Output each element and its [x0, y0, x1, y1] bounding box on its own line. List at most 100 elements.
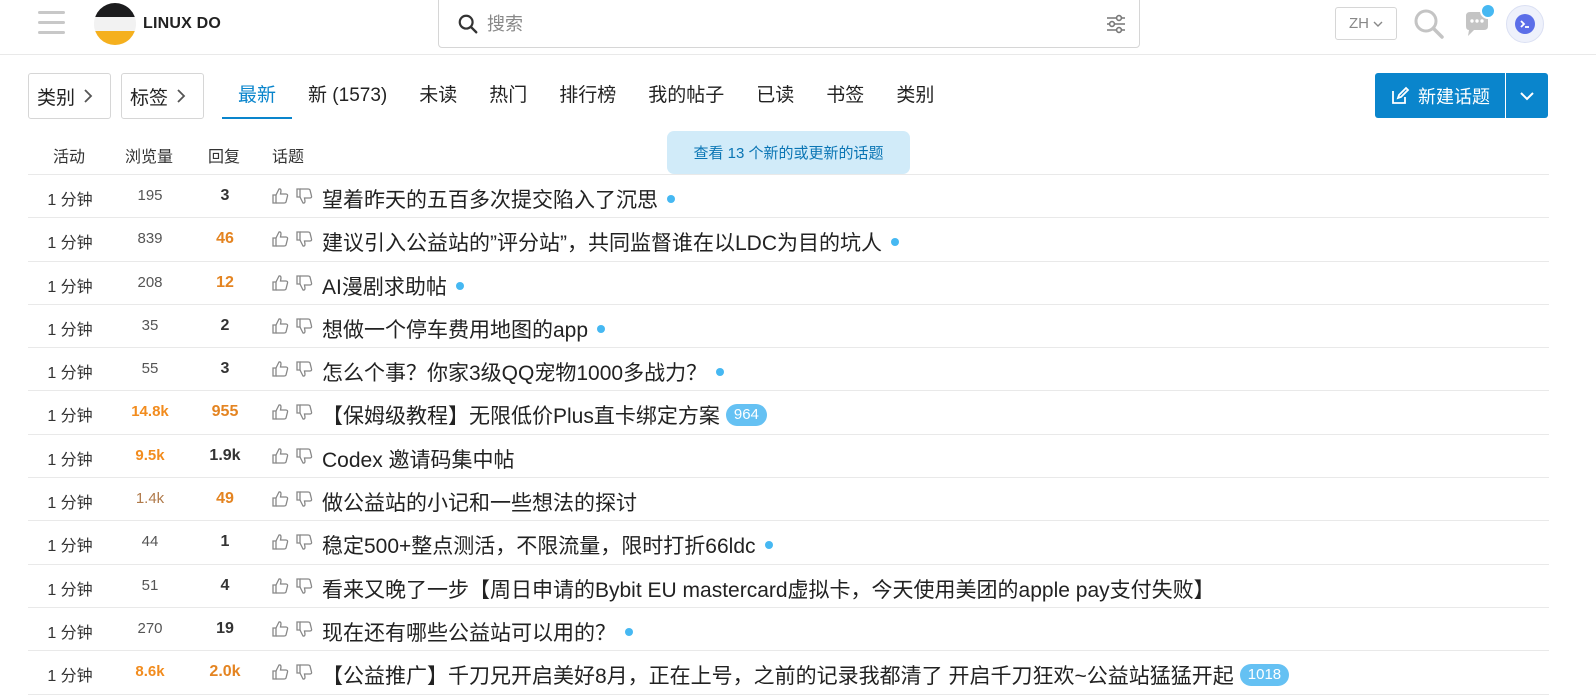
- unread-count-badge[interactable]: 1018: [1239, 664, 1290, 687]
- topic-row[interactable]: 1 分钟 44 1 稳定500+整点测活，不限流量，限时打折66ldc: [28, 521, 1549, 565]
- tab-hot[interactable]: 热门: [473, 73, 543, 119]
- thumbs-up-icon[interactable]: [271, 489, 291, 509]
- topic-row[interactable]: 1 分钟 51 4 看来又晚了一步【周日申请的Bybit EU mastercard…: [28, 565, 1549, 608]
- topic-activity[interactable]: 1 分钟: [28, 532, 112, 556]
- topic-title-link[interactable]: 【保姆级教程】无限低价Plus直卡绑定方案: [322, 400, 720, 430]
- site-logo[interactable]: [94, 3, 136, 45]
- unread-dot[interactable]: [597, 324, 606, 333]
- topic-title-link[interactable]: AI漫剧求助帖: [322, 271, 447, 301]
- thumbs-up-icon[interactable]: [271, 229, 291, 249]
- topic-row[interactable]: 1 分钟 839 46 建议引入公益站的”评分站”，共同监督谁在以LDC为目的坑人: [28, 218, 1549, 262]
- hamburger-menu-icon[interactable]: [38, 11, 65, 35]
- topic-row[interactable]: 1 分钟 35 2 想做一个停车费用地图的app: [28, 305, 1549, 349]
- thumbs-up-icon[interactable]: [271, 619, 291, 639]
- thumbs-down-icon[interactable]: [295, 229, 315, 249]
- topic-activity[interactable]: 1 分钟: [28, 489, 112, 513]
- thumbs-up-icon[interactable]: [271, 316, 291, 336]
- topic-title-link[interactable]: 【公益推广】千刀兄开启美好8月，正在上号，之前的记录我都清了 开启千刀狂欢~公益…: [322, 660, 1234, 690]
- tab-unread[interactable]: 未读: [403, 73, 473, 119]
- topic-activity[interactable]: 1 分钟: [28, 619, 112, 643]
- search-bar[interactable]: [438, 0, 1140, 48]
- thumbs-up-icon[interactable]: [271, 576, 291, 596]
- thumbs-down-icon[interactable]: [295, 619, 315, 639]
- thumbs-down-icon[interactable]: [295, 576, 315, 596]
- topic-title-link[interactable]: 做公益站的小记和一些想法的探讨: [322, 487, 637, 517]
- thumbs-up-icon[interactable]: [271, 402, 291, 422]
- topic-activity[interactable]: 1 分钟: [28, 316, 112, 340]
- topic-row[interactable]: 1 分钟 14.8k 955 【保姆级教程】无限低价Plus直卡绑定方案 964: [28, 391, 1549, 435]
- thumbs-down-icon[interactable]: [295, 359, 315, 379]
- tab-bookmarks[interactable]: 书签: [810, 73, 880, 119]
- thumbs-down-icon[interactable]: [295, 402, 315, 422]
- unread-dot[interactable]: [455, 281, 464, 290]
- topic-title-link[interactable]: 怎么个事？你家3级QQ宠物1000多战力？: [322, 357, 707, 387]
- topic-replies[interactable]: 1: [188, 533, 262, 551]
- topic-activity[interactable]: 1 分钟: [28, 446, 112, 470]
- category-dropdown[interactable]: 类别: [28, 73, 111, 119]
- topic-replies[interactable]: 12: [188, 274, 262, 292]
- language-selector[interactable]: ZH: [1335, 7, 1397, 40]
- thumbs-down-icon[interactable]: [295, 273, 315, 293]
- topic-replies[interactable]: 3: [188, 187, 262, 205]
- thumbs-up-icon[interactable]: [271, 273, 291, 293]
- topic-replies[interactable]: 2: [188, 317, 262, 335]
- search-filter-icon[interactable]: [1105, 14, 1127, 34]
- search-input[interactable]: [487, 10, 1047, 38]
- topic-title-link[interactable]: 想做一个停车费用地图的app: [322, 314, 588, 344]
- topic-row[interactable]: 1 分钟 8.6k 2.0k 【公益推广】千刀兄开启美好8月，正在上号，之前的记录我…: [28, 651, 1549, 695]
- topic-replies[interactable]: 49: [188, 490, 262, 508]
- topic-activity[interactable]: 1 分钟: [28, 229, 112, 253]
- topic-row[interactable]: 1 分钟 55 3 怎么个事？你家3级QQ宠物1000多战力？: [28, 348, 1549, 392]
- tab-latest[interactable]: 最新: [222, 73, 293, 119]
- column-header-views[interactable]: 浏览量: [125, 143, 173, 167]
- topic-replies[interactable]: 19: [188, 620, 262, 638]
- topic-activity[interactable]: 1 分钟: [28, 662, 112, 686]
- unread-count-badge[interactable]: 964: [725, 404, 767, 427]
- thumbs-up-icon[interactable]: [271, 662, 291, 682]
- unread-dot[interactable]: [891, 238, 899, 247]
- unread-dot[interactable]: [667, 195, 675, 203]
- column-header-activity[interactable]: 活动: [53, 143, 85, 167]
- topic-activity[interactable]: 1 分钟: [28, 273, 112, 297]
- topic-title-link[interactable]: 看来又晚了一步【周日申请的Bybit EU mastercard虚拟卡，今天使用…: [322, 574, 1215, 604]
- unread-dot[interactable]: [764, 541, 773, 550]
- thumbs-down-icon[interactable]: [295, 316, 315, 336]
- topic-replies[interactable]: 2.0k: [188, 663, 262, 681]
- topic-title-link[interactable]: 建议引入公益站的”评分站”，共同监督谁在以LDC为目的坑人: [322, 227, 882, 257]
- topic-activity[interactable]: 1 分钟: [28, 576, 112, 600]
- topic-row[interactable]: 1 分钟 1.4k 49 做公益站的小记和一些想法的探讨: [28, 478, 1549, 522]
- topic-replies[interactable]: 3: [188, 360, 262, 378]
- thumbs-up-icon[interactable]: [271, 532, 291, 552]
- thumbs-down-icon[interactable]: [295, 186, 315, 206]
- topic-title-link[interactable]: Codex 邀请码集中帖: [322, 444, 515, 474]
- topic-replies[interactable]: 1.9k: [188, 447, 262, 465]
- tab-read[interactable]: 已读: [740, 73, 810, 119]
- topic-activity[interactable]: 1 分钟: [28, 186, 112, 210]
- avatar[interactable]: [1506, 5, 1544, 43]
- topic-row[interactable]: 1 分钟 195 3 望着昨天的五百多次提交陷入了沉思: [28, 175, 1549, 219]
- topic-row[interactable]: 1 分钟 270 19 现在还有哪些公益站可以用的？: [28, 608, 1549, 652]
- thumbs-down-icon[interactable]: [295, 532, 315, 552]
- topic-replies[interactable]: 955: [188, 403, 262, 421]
- topic-title-link[interactable]: 望着昨天的五百多次提交陷入了沉思: [322, 184, 658, 214]
- unread-dot[interactable]: [716, 368, 725, 377]
- thumbs-up-icon[interactable]: [271, 186, 291, 206]
- tab-leaderboard[interactable]: 排行榜: [543, 73, 632, 119]
- topic-row[interactable]: 1 分钟 9.5k 1.9k Codex 邀请码集中帖: [28, 435, 1549, 479]
- tab-new[interactable]: 新 (1573): [292, 73, 403, 119]
- tag-dropdown[interactable]: 标签: [121, 73, 204, 119]
- site-name[interactable]: LINUX DO: [143, 15, 221, 33]
- topic-title-link[interactable]: 稳定500+整点测活，不限流量，限时打折66ldc: [322, 530, 756, 560]
- topic-title-link[interactable]: 现在还有哪些公益站可以用的？: [322, 617, 616, 647]
- unread-dot[interactable]: [625, 627, 633, 636]
- topic-row[interactable]: 1 分钟 208 12 AI漫剧求助帖: [28, 262, 1549, 305]
- topic-replies[interactable]: 46: [188, 230, 262, 248]
- thumbs-down-icon[interactable]: [295, 662, 315, 682]
- topic-replies[interactable]: 4: [188, 577, 262, 595]
- tab-categories[interactable]: 类别: [880, 73, 950, 119]
- thumbs-down-icon[interactable]: [295, 489, 315, 509]
- column-header-replies[interactable]: 回复: [208, 143, 240, 167]
- new-topic-button[interactable]: 新建话题: [1375, 73, 1505, 118]
- thumbs-up-icon[interactable]: [271, 359, 291, 379]
- new-topics-banner[interactable]: 查看 13 个新的或更新的话题: [667, 131, 910, 174]
